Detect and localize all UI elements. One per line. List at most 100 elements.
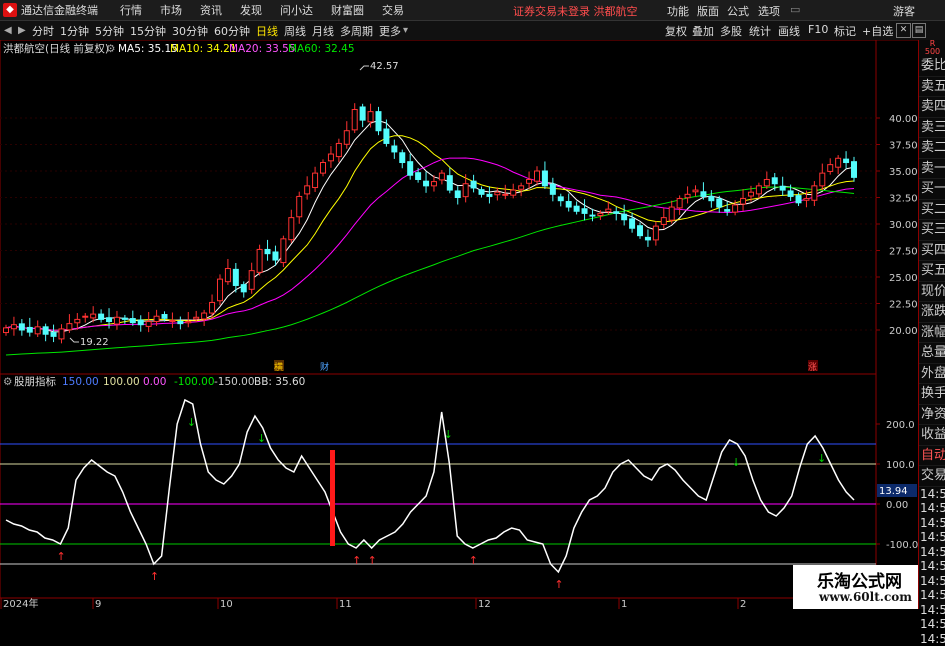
menu-item-faxian[interactable]: 发现	[240, 2, 262, 18]
candle-body	[368, 112, 373, 122]
candle-body	[257, 249, 262, 272]
candle-body	[99, 314, 104, 319]
ma10-legend: MA10: 34.21	[170, 43, 237, 55]
tool-tongji[interactable]: 统计	[749, 23, 771, 39]
menu-item-gongneng[interactable]: 功能	[667, 3, 689, 19]
candle-body	[511, 190, 516, 195]
candle-body	[622, 214, 627, 220]
period-1min[interactable]: 1分钟	[60, 23, 89, 39]
sidebar-sell1[interactable]: 卖一	[919, 159, 945, 180]
menu-item-wenxiaoda[interactable]: 问小达	[280, 2, 313, 18]
candle-body	[27, 327, 32, 332]
tool-f10[interactable]: F10	[808, 23, 828, 36]
period-15min[interactable]: 15分钟	[130, 23, 166, 39]
sidebar-buy4[interactable]: 买四	[919, 241, 945, 262]
next-arrow-icon[interactable]: ▶	[18, 25, 28, 36]
candle-body	[447, 176, 452, 190]
period-daily[interactable]: 日线	[256, 23, 278, 39]
guest-label[interactable]: 游客	[893, 3, 915, 19]
tool-biaoji[interactable]: 标记	[834, 23, 856, 39]
candle-body	[725, 210, 730, 212]
chart-area[interactable]: 40.0037.5035.0032.5030.0027.5025.0022.50…	[0, 40, 918, 609]
candle-body	[542, 171, 547, 186]
tool-fuquan[interactable]: 复权	[665, 23, 687, 39]
menu-item-caifuquan[interactable]: 财富圈	[331, 2, 364, 18]
event-marker-heng[interactable]: 横	[274, 361, 283, 373]
sidebar-sell5[interactable]: 卖五	[919, 77, 945, 98]
event-marker-zhang[interactable]: 涨	[808, 362, 817, 373]
candle-body	[424, 181, 429, 186]
period-multi[interactable]: 多周期	[340, 23, 373, 39]
period-30min[interactable]: 30分钟	[172, 23, 208, 39]
candle-body	[400, 153, 405, 163]
sidebar-trade[interactable]: 交易	[919, 466, 945, 487]
more-chevron-icon[interactable]: ▾	[403, 25, 413, 36]
period-60min[interactable]: 60分钟	[214, 23, 250, 39]
candle-body	[59, 329, 64, 339]
settings-gear-icon[interactable]: ⚙	[106, 43, 115, 55]
sidebar-sell2[interactable]: 卖二	[919, 138, 945, 159]
indicator-name: 股朋指标	[14, 375, 56, 388]
sidebar-buy1[interactable]: 买一	[919, 179, 945, 200]
period-5min[interactable]: 5分钟	[95, 23, 124, 39]
sidebar-auto-trade[interactable]: 自动	[919, 446, 945, 467]
sidebar-buy3[interactable]: 买三	[919, 220, 945, 241]
minimize-icon[interactable]: ▭	[790, 3, 800, 16]
tick-time: 14:56	[919, 603, 945, 618]
candle-body	[265, 249, 270, 253]
period-monthly[interactable]: 月线	[312, 23, 334, 39]
level-neg150: -150.00	[214, 376, 255, 388]
candle-body	[75, 319, 80, 322]
menu-item-banmian[interactable]: 版面	[697, 3, 719, 19]
x-tick-label: 2	[740, 599, 746, 609]
period-more[interactable]: 更多	[379, 23, 401, 39]
tool-duogu[interactable]: 多股	[720, 23, 742, 39]
sidebar-price[interactable]: 现价	[919, 282, 945, 303]
buy-arrow-icon: ↑	[150, 570, 159, 583]
sub-y-tick-label: 0.00	[886, 500, 908, 511]
tool-diejia[interactable]: 叠加	[692, 23, 714, 39]
sidebar-sell3[interactable]: 卖三	[919, 118, 945, 139]
period-fenshi[interactable]: 分时	[32, 23, 54, 39]
period-weekly[interactable]: 周线	[284, 23, 306, 39]
candle-body	[328, 154, 333, 161]
sidebar-buy2[interactable]: 买二	[919, 200, 945, 221]
menu-item-zixun[interactable]: 资讯	[200, 2, 222, 18]
tool-add-favorite[interactable]: +自选	[862, 23, 893, 39]
candle-body	[43, 327, 48, 334]
candle-body	[566, 202, 571, 208]
candle-body	[693, 190, 698, 192]
layout-icon[interactable]: ▤	[912, 23, 926, 38]
sidebar-change-pct[interactable]: 涨幅	[919, 323, 945, 344]
menu-item-gongshi[interactable]: 公式	[727, 3, 749, 19]
event-marker-cai[interactable]: 财	[320, 361, 329, 373]
sidebar-sell4[interactable]: 卖四	[919, 97, 945, 118]
tool-huaxian[interactable]: 画线	[778, 23, 800, 39]
candle-body	[439, 173, 444, 180]
login-alert[interactable]: 证券交易未登录 洪都航空	[513, 3, 638, 19]
menu-item-shichang[interactable]: 市场	[160, 2, 182, 18]
sidebar-weibi[interactable]: 委比	[919, 56, 945, 77]
sidebar-volume[interactable]: 总量	[919, 343, 945, 364]
sidebar-change[interactable]: 涨跌	[919, 302, 945, 323]
level-0: 0.00	[143, 376, 166, 388]
sidebar-outer[interactable]: 外盘	[919, 364, 945, 385]
prev-arrow-icon[interactable]: ◀	[4, 25, 14, 36]
candle-body	[574, 206, 579, 211]
sidebar-buy5[interactable]: 买五	[919, 261, 945, 282]
menu-item-hangqing[interactable]: 行情	[120, 2, 142, 18]
indicator-gear-icon[interactable]: ⚙	[3, 376, 12, 388]
candle-body	[645, 237, 650, 240]
sidebar-turnover[interactable]: 换手	[919, 384, 945, 405]
rtop-label: R500	[919, 40, 945, 56]
tick-time: 14:56	[919, 588, 945, 603]
sidebar-netasset[interactable]: 净资	[919, 405, 945, 426]
close-icon[interactable]: ✕	[896, 23, 911, 38]
sidebar-earnings[interactable]: 收益	[919, 425, 945, 446]
menu-item-xuanxiang[interactable]: 选项	[758, 3, 780, 19]
high-annotation: 42.57	[370, 61, 399, 72]
menu-item-jiaoyi[interactable]: 交易	[382, 2, 404, 18]
candle-body	[638, 226, 643, 236]
candle-body	[194, 317, 199, 319]
candle-body	[107, 318, 112, 322]
